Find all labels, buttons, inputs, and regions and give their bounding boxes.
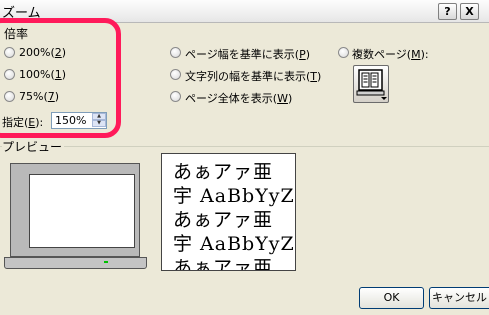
preview-line: 宇 AaBbYyZz [173, 233, 296, 255]
monitor-base [4, 257, 147, 269]
preview-line: あぁアァ亜 [173, 209, 274, 231]
multi-page-key: M [411, 48, 421, 61]
ok-button[interactable]: OK [359, 287, 424, 309]
fit-page-width-key: P [299, 48, 306, 61]
fit-text-width-label[interactable]: 文字列の幅を基準に表示(T) [185, 68, 321, 84]
fit-page-width-label[interactable]: ページ幅を基準に表示(P) [185, 46, 310, 62]
preview-line: 宇 AaBbYyZz [173, 185, 296, 207]
help-button[interactable]: ? [438, 3, 457, 20]
cancel-button[interactable]: キャンセル [429, 287, 489, 309]
power-led [104, 261, 108, 263]
monitor-screen [29, 174, 135, 248]
text-preview: あぁアァ亜 宇 AaBbYyZz あぁアァ亜 宇 AaBbYyZz あぁアァ亜 [161, 153, 296, 271]
fit-page-width-radio[interactable] [170, 47, 181, 58]
preview-line: あぁアァ亜 [173, 257, 274, 271]
multi-page-tail: ): [420, 48, 429, 61]
fit-whole-page-radio[interactable] [170, 91, 181, 102]
fit-text-width-tail: ) [317, 70, 322, 83]
multi-page-radio[interactable] [338, 47, 349, 58]
fit-page-width-tail: ) [305, 48, 311, 61]
fit-whole-page-tail: ) [287, 92, 293, 105]
close-button[interactable]: X [460, 3, 479, 20]
multi-page-label[interactable]: 複数ページ(M): [352, 46, 429, 62]
monitor-pages-icon [356, 69, 387, 100]
monitor-preview [4, 163, 147, 271]
preview-group-line [0, 146, 489, 147]
fit-text-width-text: 文字列の幅を基準に表示( [185, 70, 311, 83]
fit-whole-page-label[interactable]: ページ全体を表示(W) [185, 90, 292, 106]
fit-text-width-radio[interactable] [170, 69, 181, 80]
preview-group-label: プレビュー [2, 138, 65, 155]
fit-whole-page-key: W [277, 92, 288, 105]
fit-whole-page-text: ページ全体を表示( [185, 92, 278, 105]
monitor-body [10, 163, 140, 257]
zoom-highlight-annotation [0, 18, 121, 138]
multi-page-button[interactable] [353, 65, 389, 103]
help-icon: ? [444, 5, 451, 18]
close-icon: X [465, 5, 474, 18]
fit-page-width-text: ページ幅を基準に表示( [185, 48, 300, 61]
multi-page-text: 複数ページ( [352, 48, 412, 61]
preview-line: あぁアァ亜 [173, 161, 274, 183]
